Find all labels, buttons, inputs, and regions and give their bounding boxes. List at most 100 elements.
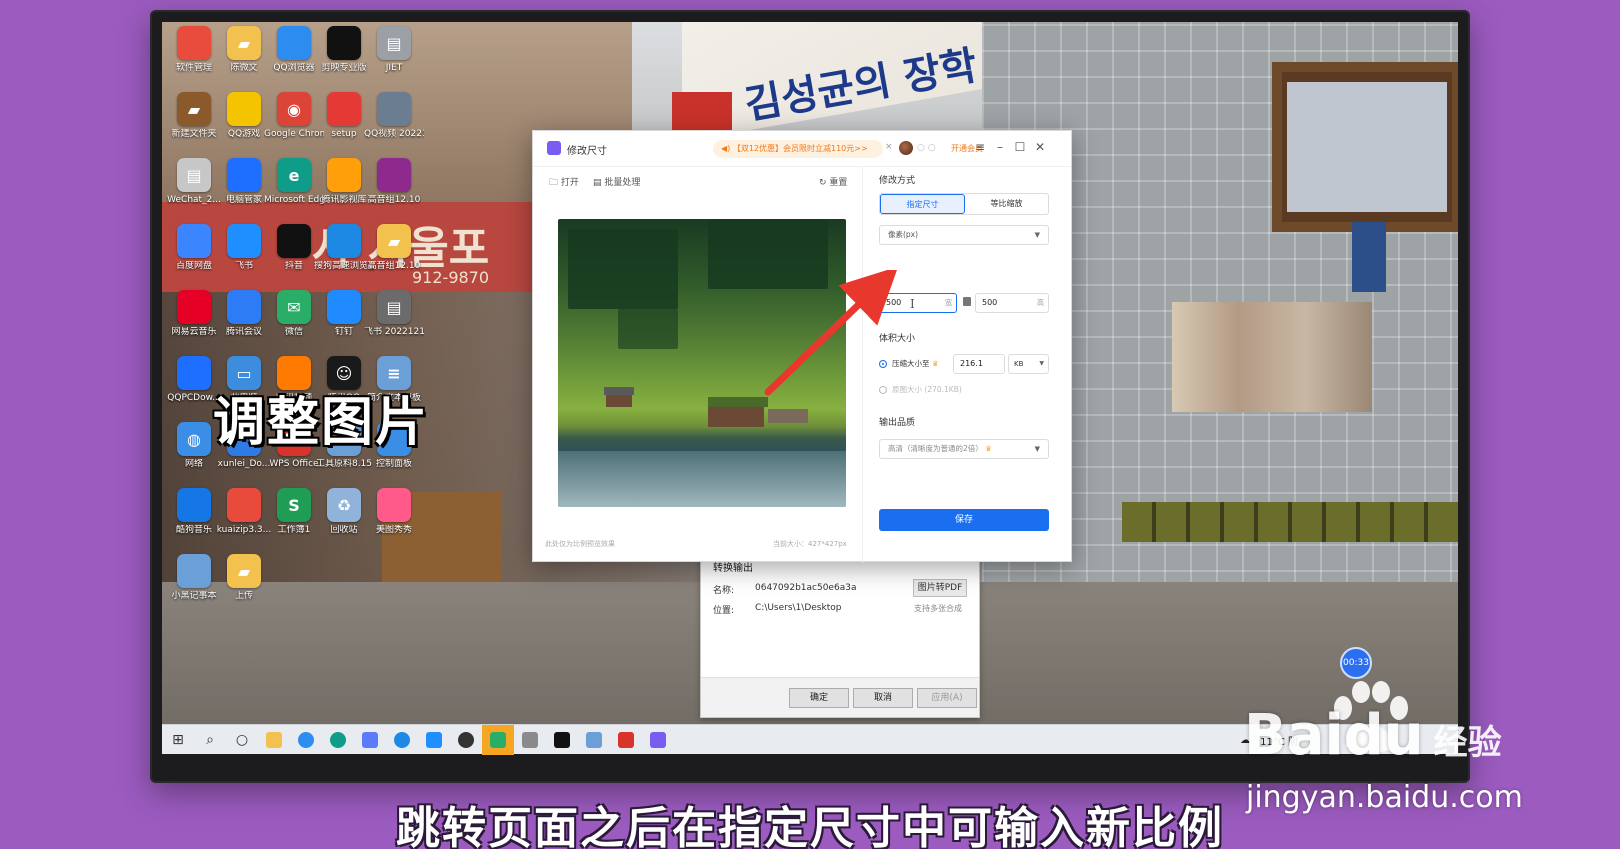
close-icon[interactable]: ✕ (1033, 140, 1047, 154)
open-folder-icon: 🗀 (549, 178, 559, 188)
apply-button[interactable]: 应用(A) (917, 688, 977, 708)
edge-icon: e (277, 158, 311, 192)
height-suffix: 高 (1037, 299, 1044, 307)
ok-button[interactable]: 确定 (789, 688, 849, 708)
status-dots-icon: ○○ (917, 143, 939, 153)
reset-label: 重置 (829, 178, 848, 188)
video-subtitle: 跳转页面之后在指定尺寸中可输入新比例 (396, 803, 1224, 849)
folder-icon: ▰ (177, 92, 211, 126)
photo-forest (568, 229, 678, 309)
desktop-icon[interactable]: QQ视频 20221212... (364, 92, 424, 140)
app-icon (362, 731, 378, 748)
taskbar-sogou[interactable] (386, 725, 418, 755)
maximize-icon[interactable]: ☐ (1013, 140, 1027, 154)
desktop-icon[interactable]: ▤ JIET (364, 26, 424, 74)
original-size-text: 原图大小 (892, 385, 922, 394)
minimize-icon[interactable]: – (993, 140, 1007, 154)
edge-icon (330, 731, 346, 748)
task-view-button[interactable]: ○ (226, 725, 258, 755)
photo-cabin (606, 395, 632, 407)
qq-game-icon (227, 92, 261, 126)
app-manager-icon (177, 26, 211, 60)
save-button[interactable]: 保存 (879, 509, 1049, 531)
taskbar-qq-browser[interactable] (290, 725, 322, 755)
unit-select[interactable]: 像素(px) ▼ (879, 225, 1049, 245)
notepad-icon (586, 731, 602, 748)
kugou-icon (177, 488, 211, 522)
desktop-icon-label: 控制面板 (375, 459, 412, 469)
batch-label: 批量处理 (604, 178, 641, 188)
cancel-button[interactable]: 取消 (853, 688, 913, 708)
taskbar-wps[interactable] (610, 725, 642, 755)
taskbar-notepad[interactable] (578, 725, 610, 755)
desktop-icon[interactable]: ▰ 高音组12.10 (364, 224, 424, 272)
current-size: 当前大小：427*427px (773, 540, 847, 548)
promo-text: 【双12优惠】会员限时立减110元>> (732, 144, 868, 153)
taskbar-explorer[interactable] (258, 725, 290, 755)
record-timer-badge[interactable]: 00:33 (1340, 647, 1372, 679)
height-input[interactable]: 500 高 (975, 293, 1049, 313)
tab-specify-size[interactable]: 指定尺寸 (880, 194, 965, 214)
desktop-icon[interactable]: 美图秀秀 (364, 488, 424, 536)
width-suffix: 宽 (945, 299, 952, 307)
compress-radio[interactable] (879, 360, 887, 368)
taskbar-tool[interactable] (514, 725, 546, 755)
menu-icon[interactable]: ≡ (973, 140, 987, 154)
promo-banner[interactable]: ◀) 【双12优惠】会员限时立减110元>> (713, 140, 883, 158)
pc-manager-icon (227, 158, 261, 192)
chevron-down-icon: ▼ (1034, 231, 1040, 239)
capcut-icon (327, 26, 361, 60)
search-button[interactable]: ⌕ (194, 725, 226, 755)
size-unit-select[interactable]: KB ▼ (1008, 354, 1049, 374)
crown-icon: ♛ (931, 359, 939, 368)
crown-icon: ♛ (985, 444, 992, 453)
taskbar-capcut[interactable] (546, 725, 578, 755)
compress-size-input[interactable]: 216.1 (953, 354, 1005, 374)
batch-button[interactable]: ▤ 批量处理 (593, 175, 640, 188)
photo-house (708, 407, 764, 427)
open-button[interactable]: 🗀 打开 (549, 175, 579, 191)
width-input[interactable]: 500 I 宽 (879, 293, 957, 313)
wechat-icon: ✉ (277, 290, 311, 324)
desktop-icon[interactable]: ▤ 飞书 20221212... (364, 290, 424, 338)
start-button[interactable]: ⊞ (162, 725, 194, 755)
pc-manager-icon (177, 356, 211, 390)
image-to-pdf-button[interactable]: 图片转PDF (913, 579, 967, 597)
taskbar-resize-app[interactable] (642, 725, 674, 755)
dialog-footer: 确定 取消 应用(A) (701, 677, 979, 717)
overlay-caption: 调整图片 (213, 393, 430, 453)
baidu-netdisk-icon (177, 224, 211, 258)
dialog-titlebar: 修改尺寸 ◀) 【双12优惠】会员限时立减110元>> × ○○ 开通会员 ≡ … (533, 131, 1071, 167)
taskbar-wechat[interactable] (482, 724, 514, 755)
chrome-icon: ◉ (277, 92, 311, 126)
desktop-icon[interactable]: 高音组12.10 (364, 158, 424, 206)
wps-icon (618, 731, 634, 748)
promo-close-icon[interactable]: × (885, 142, 893, 152)
taskbar-app[interactable] (354, 725, 386, 755)
quality-select[interactable]: 高清（清晰度为普通的2倍） ♛ ▼ (879, 439, 1049, 459)
user-avatar[interactable] (899, 141, 913, 155)
name-row: 名称: 0647092b1ac50e6a3a (713, 583, 856, 596)
dingtalk-icon (327, 290, 361, 324)
lock-icon[interactable] (963, 297, 971, 306)
taskbar-edge[interactable] (322, 725, 354, 755)
reset-button[interactable]: ↻ 重置 (819, 175, 847, 188)
unit-select-value: 像素(px) (888, 230, 919, 239)
recycle-bin-icon: ♻ (327, 488, 361, 522)
netease-music-icon (177, 290, 211, 324)
capcut-icon (554, 731, 570, 748)
taskbar-avatar[interactable] (450, 725, 482, 755)
tab-proportional-scale[interactable]: 等比缩放 (965, 194, 1048, 214)
mode-tabs: 指定尺寸 等比缩放 (879, 193, 1049, 215)
taskbar-feishu[interactable] (418, 725, 450, 755)
baidu-jingyan-watermark: Baidu 经验 (1244, 708, 1502, 764)
video-library-icon (327, 158, 361, 192)
file-icon: ▤ (377, 290, 411, 324)
kuaizip-icon (227, 488, 261, 522)
height-value: 500 (982, 298, 998, 307)
original-size-radio[interactable] (879, 386, 887, 394)
scene-posters (1172, 302, 1372, 412)
sogou-browser-icon (394, 731, 410, 748)
desktop-icon[interactable]: ▰ 上传 (214, 554, 274, 602)
tencent-meeting-icon (227, 290, 261, 324)
